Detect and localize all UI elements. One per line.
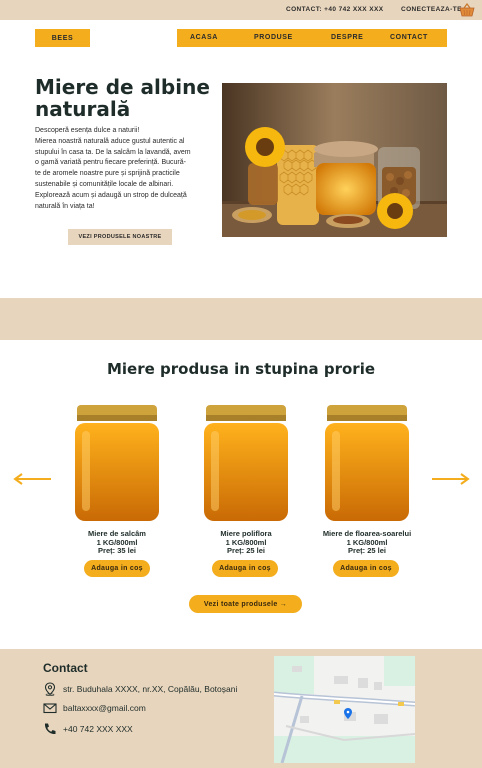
honey-jar-image [75, 405, 159, 521]
mail-icon [43, 703, 57, 714]
hero-title: Miere de albine naturală [35, 75, 210, 121]
divider-band [0, 298, 482, 340]
location-pin-icon [44, 682, 56, 696]
product-info: Miere de salcâm 1 KG/800ml Preț: 35 lei [47, 529, 187, 556]
phone-icon [44, 723, 56, 735]
basket-icon[interactable] [459, 3, 475, 17]
hero-line: Mierea noastră naturală aduce gustul aut… [35, 137, 185, 145]
hero-line: stupului în casa ta. De la salcâm la lav… [35, 148, 191, 156]
product-price: Preț: 25 lei [227, 546, 265, 555]
honey-jar-image [204, 405, 288, 521]
top-bar: CONTACT: +40 742 XXX XXX CONECTEAZA-TE [0, 0, 482, 20]
product-price: Preț: 25 lei [348, 546, 386, 555]
product-price: Preț: 35 lei [98, 546, 136, 555]
hero-line: Descoperă esența dulce a naturii! [35, 127, 140, 134]
contact-email[interactable]: baltaxxxx@gmail.com [63, 703, 146, 713]
product-info: Miere poliflora 1 KG/800ml Preț: 25 lei [176, 529, 316, 556]
nav-item-acasa[interactable]: ACASA [190, 34, 218, 41]
contact-title: Contact [43, 661, 88, 675]
nav-item-produse[interactable]: PRODUSE [254, 34, 293, 41]
hero-line: te de aromele noastre pure și sprijină p… [35, 170, 180, 178]
products-title: Miere produsa in stupina prorie [106, 360, 376, 378]
logo[interactable]: BEES [35, 29, 90, 47]
contact-address: str. Buduhala XXXX, nr.XX, Copălău, Boto… [63, 684, 238, 694]
view-products-button[interactable]: VEZI PRODUSELE NOASTRE [68, 229, 172, 245]
add-to-cart-button[interactable]: Adauga in coș [333, 560, 399, 577]
contact-email-row: baltaxxxx@gmail.com [43, 701, 146, 715]
location-map[interactable] [274, 656, 415, 763]
nav-item-despre[interactable]: DESPRE [331, 34, 363, 41]
nav-item-contact[interactable]: CONTACT [390, 34, 428, 41]
add-to-cart-button[interactable]: Adauga in coș [212, 560, 278, 577]
arrow-left-icon[interactable] [13, 472, 53, 486]
main-nav: ACASA PRODUSE DESPRE CONTACT [177, 29, 447, 47]
hero-line: o gamă variată pentru fiecare preferință… [35, 159, 186, 167]
honey-jar-image [325, 405, 409, 521]
contact-phone-row: +40 742 XXX XXX [43, 722, 133, 736]
hero-line: naturală în viața ta! [35, 202, 95, 210]
hero-line: sustenabile și comunitățile locale de al… [35, 180, 174, 188]
add-to-cart-button[interactable]: Adauga in coș [84, 560, 150, 577]
login-link[interactable]: CONECTEAZA-TE [401, 6, 462, 13]
contact-phone[interactable]: +40 742 XXX XXX [63, 724, 133, 734]
contact-address-row: str. Buduhala XXXX, nr.XX, Copălău, Boto… [43, 682, 237, 696]
hero-honey-image [222, 83, 447, 237]
arrow-right-icon[interactable] [430, 472, 470, 486]
hero-line: Explorează acum și adaugă un strop de du… [35, 191, 187, 199]
topbar-phone: CONTACT: +40 742 XXX XXX [286, 6, 384, 13]
product-info: Miere de floarea-soarelui 1 KG/800ml Pre… [297, 529, 437, 556]
view-all-products-button[interactable]: Vezi toate produsele → [189, 595, 302, 613]
hero-description: Descoperă esența dulce a naturii! Mierea… [35, 126, 215, 212]
